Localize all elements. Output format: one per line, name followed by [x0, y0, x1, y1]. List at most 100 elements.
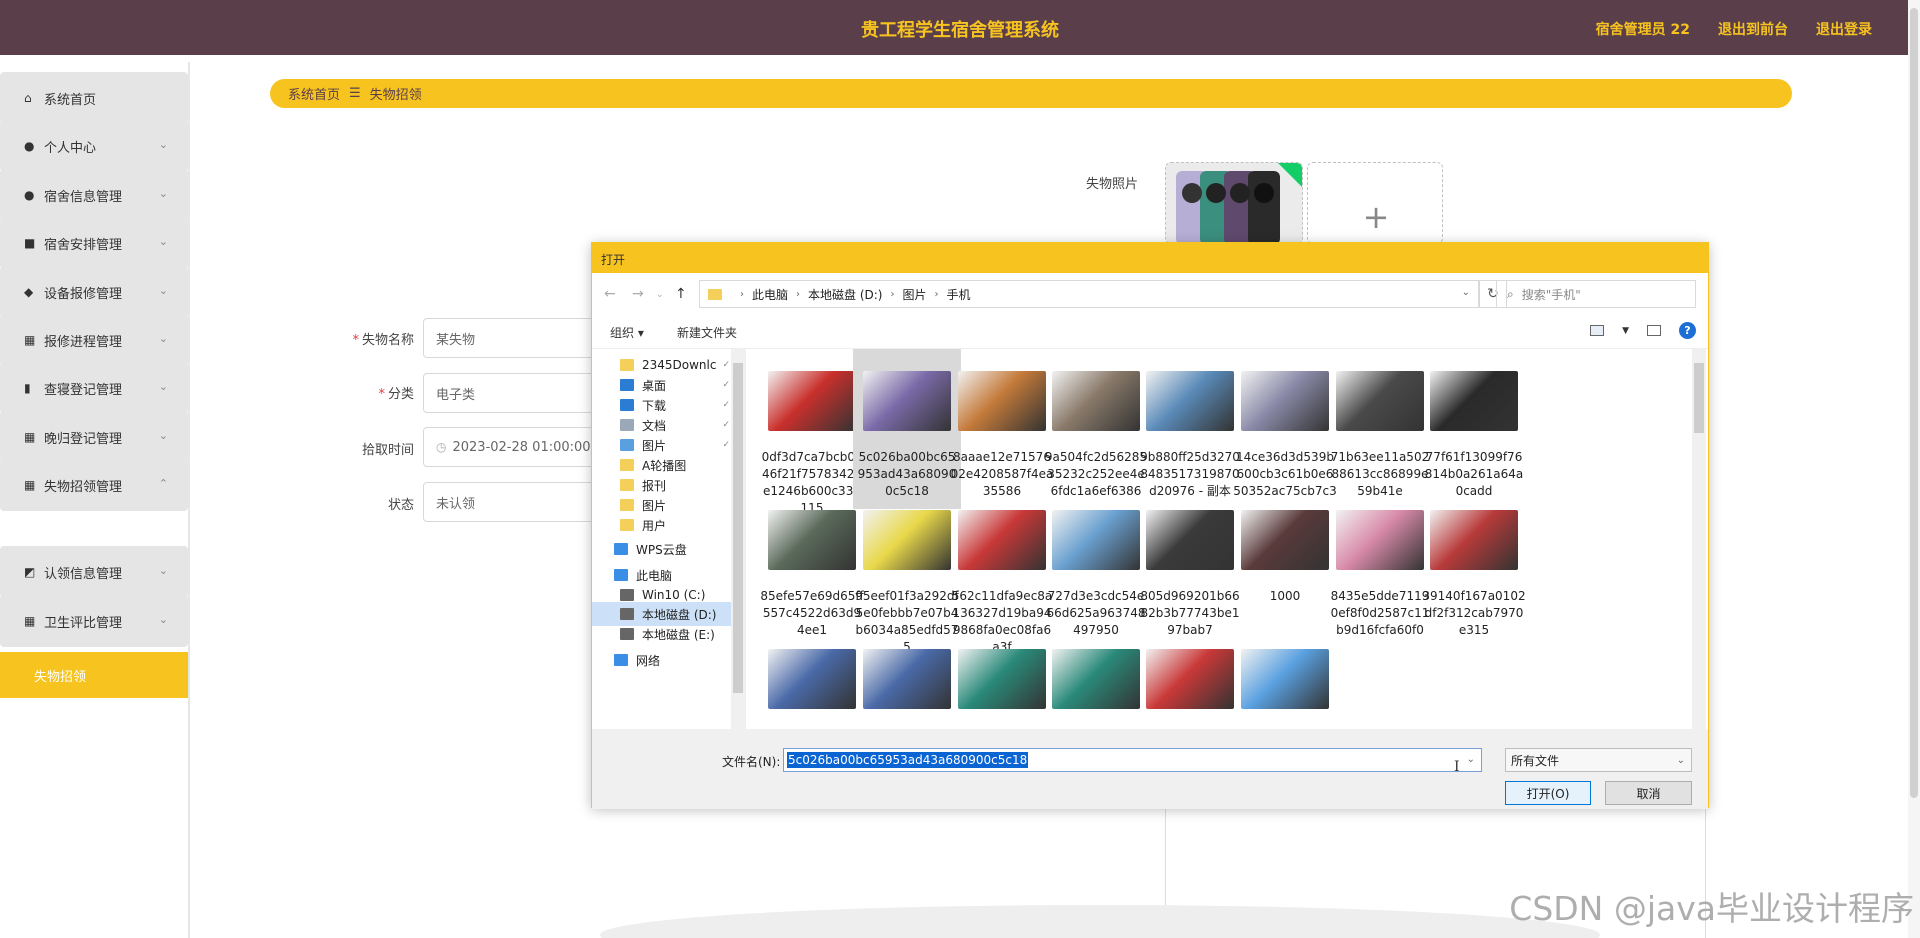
- file-item[interactable]: [1136, 627, 1244, 729]
- sidebar-item[interactable]: ◩ 认领信息管理 ⌄: [0, 546, 188, 598]
- path-segment[interactable]: 图片: [902, 286, 926, 303]
- file-scrollbar-thumb[interactable]: [1694, 363, 1704, 433]
- chevron-down-icon: ⌄: [158, 613, 168, 626]
- sidebar-item-label: 报修进程管理: [44, 334, 123, 350]
- nav-scrollbar[interactable]: [731, 349, 745, 729]
- nav-item[interactable]: 用户: [592, 513, 732, 537]
- file-item[interactable]: 85efe57e69d65ff557c4522d63d94ee1: [758, 488, 866, 648]
- sidebar-item[interactable]: ▦ 晚归登记管理 ⌄: [0, 411, 188, 463]
- folder-icon: [620, 519, 634, 531]
- uploaded-photo-thumbnail[interactable]: [1165, 162, 1303, 244]
- pin-icon: ✓: [722, 400, 730, 410]
- status-select[interactable]: 未认领: [423, 482, 603, 522]
- sidebar-item-label: 宿舍安排管理: [44, 237, 123, 253]
- new-folder-button[interactable]: 新建文件夹: [677, 324, 737, 341]
- sidebar-item-label: 晚归登记管理: [44, 431, 123, 447]
- monitor-icon: ■: [24, 236, 36, 250]
- nav-item[interactable]: 网络: [592, 648, 732, 672]
- chevron-down-icon: ⌄: [158, 564, 168, 577]
- sidebar-item[interactable]: ◆ 设备报修管理 ⌄: [0, 266, 188, 318]
- chevron-down-icon[interactable]: ⌄: [1467, 754, 1475, 765]
- filetype-select[interactable]: 所有文件 ⌄: [1505, 748, 1692, 772]
- chevron-down-icon: ⌄: [158, 138, 168, 151]
- file-item[interactable]: 0df3d7ca7bcb0a46f21f75783429e1246b600c33…: [758, 349, 866, 515]
- page-scrollbar[interactable]: [1908, 0, 1920, 938]
- recent-chevron-icon[interactable]: ⌄: [656, 290, 664, 300]
- file-item[interactable]: [1042, 627, 1150, 729]
- chevron-down-icon[interactable]: ▼: [1622, 326, 1629, 336]
- file-item[interactable]: 8435e5dde71190ef8f0d2587c11b9d16fcfa60f0: [1326, 488, 1434, 648]
- file-item[interactable]: 14ce36d3d539b600cb3c61b0e650352ac75cb7c3: [1231, 349, 1339, 509]
- sidebar-item[interactable]: ■ 宿舍安排管理 ⌄: [0, 217, 188, 269]
- sidebar-item[interactable]: ● 宿舍信息管理 ⌄: [0, 169, 188, 221]
- search-input[interactable]: ⌕ 搜索"手机": [1496, 280, 1696, 308]
- file-item[interactable]: [853, 627, 961, 729]
- filename-input[interactable]: 5c026ba00bc65953ad43a680900c5c18 ⌄: [783, 748, 1482, 772]
- item-name-input[interactable]: 某失物: [423, 318, 603, 358]
- forward-arrow-icon[interactable]: →: [632, 286, 644, 302]
- file-item[interactable]: 1000: [1231, 488, 1339, 648]
- sidebar-item[interactable]: ⌂ 系统首页: [0, 72, 188, 124]
- sidebar-item[interactable]: ▦ 卫生评比管理 ⌄: [0, 595, 188, 647]
- breadcrumb-home[interactable]: 系统首页: [288, 84, 340, 103]
- file-thumbnail: [1336, 496, 1424, 584]
- file-item[interactable]: 727d3e3cdc54e66d625a963748497950: [1042, 488, 1150, 648]
- logout-link[interactable]: 退出登录: [1816, 19, 1872, 39]
- organize-button[interactable]: 组织 ▾: [610, 324, 644, 341]
- pickup-time-input[interactable]: ◷ 2023-02-28 01:00:00: [423, 427, 603, 467]
- document-icon: [620, 419, 634, 431]
- nav-item-label: 用户: [642, 518, 667, 533]
- sidebar-item[interactable]: ● 个人中心 ⌄: [0, 120, 188, 172]
- cancel-button[interactable]: 取消: [1605, 781, 1692, 805]
- file-item[interactable]: 39140f167a0102df2f312cab7970e315: [1420, 488, 1528, 648]
- sidebar-item[interactable]: ▮ 查寝登记管理 ⌄: [0, 362, 188, 414]
- nav-scrollbar-thumb[interactable]: [733, 363, 743, 693]
- page-scrollbar-thumb[interactable]: [1910, 8, 1918, 798]
- file-item[interactable]: 5c026ba00bc65953ad43a680900c5c18: [853, 349, 961, 509]
- file-scrollbar[interactable]: [1692, 349, 1706, 729]
- file-item[interactable]: 9b880ff25d32708483517319870d20976 - 副本: [1136, 349, 1244, 509]
- up-arrow-icon[interactable]: ↑: [675, 286, 687, 302]
- category-select[interactable]: 电子类: [423, 373, 603, 413]
- file-thumbnail: [768, 635, 856, 723]
- file-item[interactable]: 9a504fc2d5628535232c252ee4e6fdc1a6ef6386: [1042, 349, 1150, 509]
- file-item[interactable]: 71b63ee11a50288613cc86899e59b41e: [1326, 349, 1434, 509]
- file-thumbnail: [958, 496, 1046, 584]
- file-item[interactable]: [758, 627, 866, 729]
- help-icon[interactable]: ?: [1679, 322, 1696, 339]
- path-segment[interactable]: 此电脑: [752, 286, 788, 303]
- breadcrumb-current: 失物招领: [369, 88, 422, 103]
- back-arrow-icon[interactable]: ←: [604, 286, 616, 302]
- open-button[interactable]: 打开(O): [1505, 781, 1591, 805]
- path-segment[interactable]: 手机: [947, 286, 971, 303]
- file-item[interactable]: [948, 627, 1056, 729]
- file-item[interactable]: 562c11dfa9ec8a136327d19ba949868fa0ec08fa…: [948, 488, 1056, 654]
- chevron-down-icon[interactable]: ⌄: [1462, 287, 1470, 298]
- file-thumbnail: [958, 635, 1046, 723]
- file-item[interactable]: [1231, 627, 1339, 729]
- image-icon: [1430, 510, 1518, 570]
- sidebar-item[interactable]: ▦ 报修进程管理 ⌄: [0, 314, 188, 366]
- sidebar: ⌂ 系统首页 ● 个人中心 ⌄ ● 宿舍信息管理 ⌄ ■ 宿舍安排管理 ⌄ ◆ 设备报修管理 ⌄ ▦ 报修进程…: [0, 62, 190, 938]
- file-item[interactable]: 8aaae12e7157602e4208587f4ea35586: [948, 349, 1056, 509]
- path-segment[interactable]: 本地磁盘 (D:): [808, 286, 882, 303]
- nav-item[interactable]: 本地磁盘 (E:): [592, 622, 732, 646]
- file-thumbnail: [1336, 357, 1424, 445]
- add-photo-button[interactable]: +: [1307, 162, 1443, 244]
- pickup-time-label: 拾取时间: [361, 443, 414, 458]
- admin-user-link[interactable]: 宿舍管理员 22: [1596, 19, 1690, 39]
- file-item[interactable]: 77f61f13099f76814b0a261a64a0cadd: [1420, 349, 1528, 509]
- sidebar-item[interactable]: ▦ 失物招领管理 ⌃: [0, 459, 188, 511]
- image-icon: [1241, 510, 1329, 570]
- nav-item[interactable]: WPS云盘: [592, 537, 732, 561]
- file-item[interactable]: 95eef01f3a292df5e0febbb7e07b4b6034a85edf…: [853, 488, 961, 654]
- view-options-icon[interactable]: [1590, 325, 1605, 336]
- preview-pane-icon[interactable]: [1647, 325, 1661, 336]
- file-item[interactable]: 805d969201b6682b3b77743be197bab7: [1136, 488, 1244, 648]
- sidebar-subitem-lost-found[interactable]: 失物招领: [0, 652, 188, 698]
- chevron-up-icon: ⌃: [158, 477, 168, 490]
- back-to-front-link[interactable]: 退出到前台: [1718, 19, 1788, 39]
- breadcrumb-separator-icon: ☰: [349, 86, 361, 101]
- address-bar[interactable]: › 此电脑 › 本地磁盘 (D:) › 图片 › 手机 ⌄: [699, 280, 1479, 308]
- grid-icon: ▦: [24, 478, 36, 492]
